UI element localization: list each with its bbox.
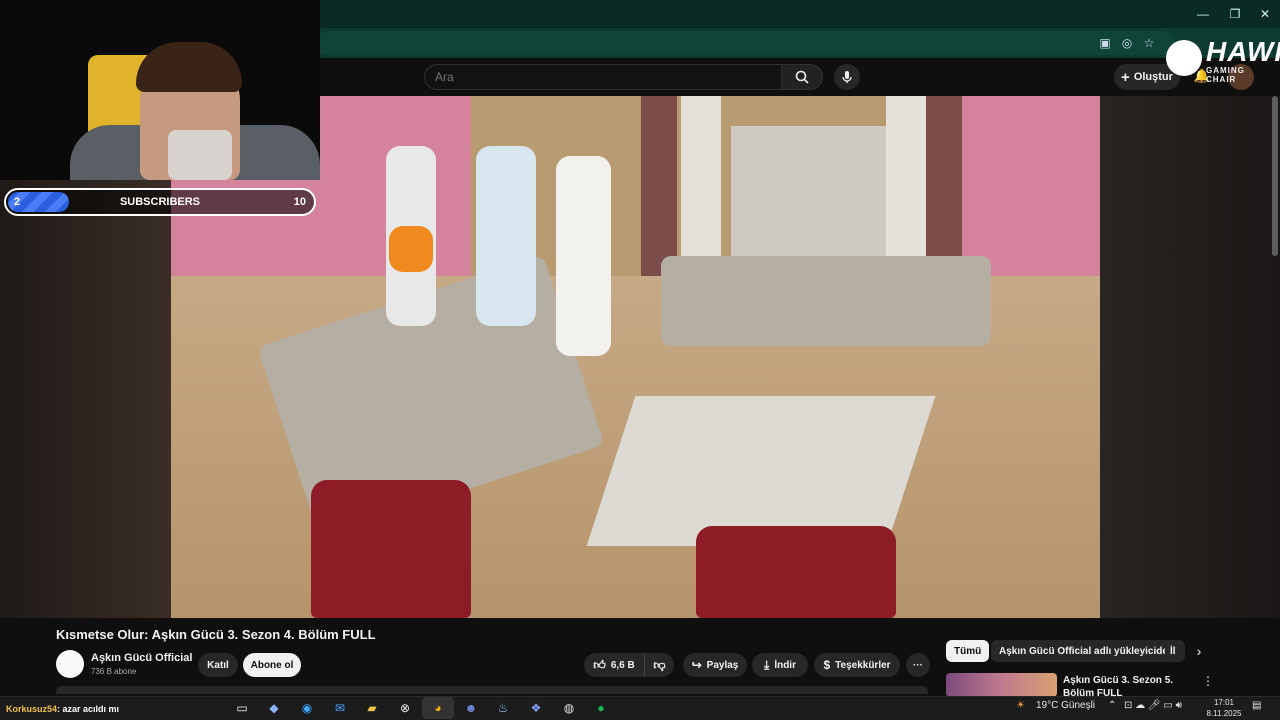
weather-text[interactable]: 19°C Güneşli [1036, 700, 1095, 711]
search-input[interactable] [424, 64, 782, 90]
hawk-emblem-icon [1166, 40, 1202, 76]
microphone-icon [842, 71, 852, 83]
app-icon[interactable]: ❖ [526, 698, 546, 718]
subscriber-label: SUBSCRIBERS [119, 196, 201, 208]
recommendation-menu-icon[interactable]: ⋮ [1202, 674, 1214, 688]
hawk-logo: HAWK GAMING CHAIR [1166, 36, 1280, 84]
hawk-logo-title: HAWK [1206, 36, 1280, 67]
spotify-icon[interactable]: ● [591, 698, 611, 718]
channel-name[interactable]: Aşkın Gücü Official [91, 652, 192, 664]
download-icon: ⤓ [764, 657, 770, 672]
share-button[interactable]: ↪ Paylaş [683, 653, 747, 677]
scene-person [476, 146, 536, 326]
chat-message: Korkusuz54: azar acıldı mı [6, 704, 119, 714]
streamer-hair [136, 42, 242, 92]
download-label: İndir [774, 659, 796, 671]
taskbar-clock[interactable]: 17:01 8.11.2025 [1204, 697, 1244, 719]
subscriber-goal-bar: 2 SUBSCRIBERS 10 [4, 188, 316, 216]
scene-armchair [311, 480, 471, 618]
edge-icon[interactable]: ◉ [297, 698, 317, 718]
eye-off-icon[interactable]: ◎ [1118, 34, 1136, 52]
subscribe-button[interactable]: Abone ol [243, 653, 301, 677]
scene-person-skirt [389, 226, 433, 272]
thanks-label: Teşekkürler [835, 659, 891, 671]
tray-chevron-icon[interactable]: ⌃ [1108, 700, 1116, 711]
obs-icon[interactable]: ◍ [559, 698, 579, 718]
task-view-icon[interactable]: ▭ [232, 698, 252, 718]
chip-from-uploader[interactable]: Aşkın Gücü Official adlı yükleyiciden [991, 640, 1183, 662]
bookmark-star-icon[interactable]: ☆ [1140, 34, 1158, 52]
scrollbar[interactable] [1272, 96, 1278, 256]
discord-icon[interactable]: ☻ [461, 698, 481, 718]
mail-icon[interactable]: ✉ [330, 698, 350, 718]
chrome-icon[interactable]: ◕ [428, 698, 448, 718]
voice-search-button[interactable] [834, 64, 860, 90]
ambient-right [1100, 96, 1280, 618]
scene-sofa [661, 256, 991, 346]
minimize-button[interactable]: — [1186, 0, 1220, 28]
webcam-overlay [0, 0, 320, 180]
super-thanks-icon: $ [823, 658, 831, 672]
tray-icons[interactable]: ⊡ ☁ 🎤︎ ▭ 🔊︎ [1124, 700, 1182, 711]
install-icon[interactable]: ▣ [1096, 34, 1114, 52]
video-title: Kısmetse Olur: Aşkın Gücü 3. Sezon 4. Bö… [56, 627, 376, 642]
address-bar[interactable] [316, 31, 1176, 55]
weather-icon: ☀ [1016, 700, 1025, 711]
thanks-button[interactable]: $ Teşekkürler [814, 653, 900, 677]
chip-all[interactable]: Tümü [946, 640, 990, 662]
thumbs-down-icon: 👎︎ [653, 657, 666, 672]
channel-avatar[interactable] [56, 650, 84, 678]
file-explorer-icon[interactable]: ▰ [362, 698, 382, 718]
plus-icon: + [1121, 68, 1130, 86]
subscriber-goal: 10 [293, 196, 306, 208]
description-box[interactable] [56, 686, 928, 694]
notification-icon[interactable]: ▤ [1252, 700, 1261, 711]
scene-armchair [696, 526, 896, 618]
dislike-button[interactable]: 👎︎ [644, 653, 674, 677]
thumbs-up-icon: 👍︎ [593, 657, 606, 672]
clock-time: 17:01 [1213, 698, 1235, 707]
chat-text: : azar acıldı mı [57, 704, 120, 714]
share-label: Paylaş [706, 659, 739, 671]
scene-rug [586, 396, 936, 546]
search-button[interactable] [781, 64, 823, 90]
like-button[interactable]: 👍︎ 6,6 B [584, 653, 644, 677]
search-icon [795, 70, 809, 84]
share-icon: ↪ [691, 658, 702, 672]
channel-subscriber-count: 736 B abone [91, 667, 137, 676]
scene-person [556, 156, 611, 356]
xbox-icon[interactable]: ⊗ [395, 698, 415, 718]
more-actions-button[interactable]: ··· [906, 653, 930, 677]
download-button[interactable]: ⤓ İndir [752, 653, 808, 677]
copilot-icon[interactable]: ◆ [264, 698, 284, 718]
restore-button[interactable]: ❐ [1218, 0, 1252, 28]
steam-icon[interactable]: ♨ [493, 698, 513, 718]
join-button[interactable]: Katıl [198, 653, 238, 677]
phone [168, 130, 232, 180]
recommendation-thumbnail[interactable] [946, 673, 1057, 697]
like-count: 6,6 B [610, 659, 635, 671]
hawk-logo-subtitle: GAMING CHAIR [1206, 66, 1245, 84]
chip-related[interactable]: İl [1165, 640, 1185, 662]
chat-username: Korkusuz54 [6, 704, 58, 714]
chevron-right-icon[interactable]: › [1188, 640, 1210, 662]
close-button[interactable]: ✕ [1248, 0, 1280, 28]
clock-date: 8.11.2025 [1206, 709, 1242, 718]
